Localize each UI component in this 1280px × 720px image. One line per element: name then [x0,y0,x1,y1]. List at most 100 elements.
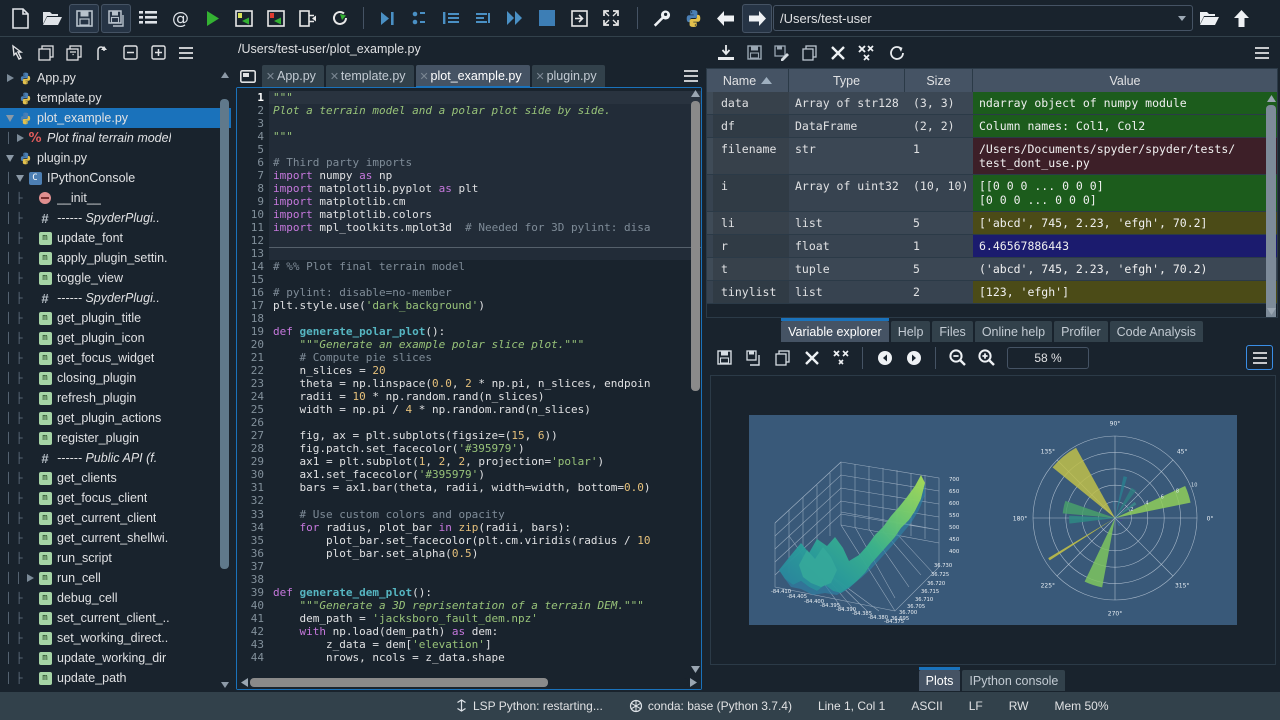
find-in-files-button[interactable] [133,4,163,33]
outline-item-toggle_view[interactable]: │ ├ m toggle_view [0,268,231,288]
scroll-down-icon[interactable] [220,680,229,690]
tree-caret-collapsed-icon[interactable] [4,74,16,82]
outline-item-update_working_dir[interactable]: │ ├ m update_working_dir [0,648,231,668]
outline-item-closing_plugin[interactable]: │ ├ m closing_plugin [0,368,231,388]
outline-item-get_plugin_actions[interactable]: │ ├ m get_plugin_actions [0,408,231,428]
tab-ipython-console[interactable]: IPython console [962,670,1066,691]
tab-online-help[interactable]: Online help [974,321,1053,342]
tree-caret-collapsed-icon[interactable] [14,134,26,142]
scroll-down-icon[interactable] [690,664,701,675]
code-line[interactable]: ax1.set_facecolor('#395979') [269,468,701,481]
back-button[interactable] [710,4,740,33]
previous-plot-button[interactable] [871,345,898,370]
debug-stop-button[interactable] [532,4,562,33]
editor-tab-plugin-py[interactable]: ✕ plugin.py [531,65,605,87]
code-line[interactable] [269,573,701,586]
tree-caret-expanded-icon[interactable] [4,154,16,162]
outline-item-templatepy[interactable]: template.py [0,88,231,108]
outline-item-spyderplugi[interactable]: │ ├ # ------ SpyderPlugi.. [0,208,231,228]
cursor-hand-icon[interactable] [5,41,31,65]
code-line[interactable]: def generate_polar_plot(): [269,325,701,338]
tab-files[interactable]: Files [932,321,973,342]
tab-help[interactable]: Help [890,321,931,342]
save-file-button[interactable] [69,3,99,33]
outline-item-debug_cell[interactable]: │ ├ m debug_cell [0,588,231,608]
code-line[interactable]: # pylint: disable=no-member [269,286,701,299]
column-header-size[interactable]: Size [905,69,973,92]
save-all-button[interactable] [101,3,131,33]
environment-status[interactable]: conda: base (Python 3.7.4) [629,699,792,713]
scroll-right-icon[interactable] [688,677,699,687]
outline-item-get_plugin_title[interactable]: │ ├ m get_plugin_title [0,308,231,328]
outline-item-apply_plugin_settin[interactable]: │ ├ m apply_plugin_settin. [0,248,231,268]
column-header-type[interactable]: Type [789,69,905,92]
outline-item-plotfinalterrainmodel[interactable]: │% Plot final terrain model [0,128,231,148]
column-header-value[interactable]: Value [973,69,1277,92]
collapse-selection-button[interactable] [117,41,143,65]
close-icon[interactable]: ✕ [418,70,431,83]
code-line[interactable]: nrows, ncols = z_data.shape [269,651,701,664]
run-cell-button[interactable] [229,4,259,33]
code-analysis-button[interactable]: @ [165,4,195,33]
collapse-all-button[interactable] [33,41,59,65]
variable-value[interactable]: 6.46567886443 [973,235,1277,257]
variable-name[interactable]: t [713,258,789,280]
variable-row[interactable]: li list 5 ['abcd', 745, 2.23, 'efgh', 70.2] [707,212,1277,235]
zoom-level-display[interactable]: 58 % [1007,346,1089,369]
copy-plot-button[interactable] [769,345,796,370]
outline-item-run_cell[interactable]: │ │ m run_cell [0,568,231,588]
outline-item-set_current_client_[interactable]: │ ├ m set_current_client_.. [0,608,231,628]
code-line[interactable]: bars = ax1.bar(theta, radii, width=width… [269,481,701,494]
code-line[interactable]: import mpl_toolkits.mplot3d # Needed for… [269,221,701,235]
forward-button[interactable] [742,3,772,33]
outline-item-get_clients[interactable]: │ ├ m get_clients [0,468,231,488]
variable-value[interactable]: ('abcd', 745, 2.23, 'efgh', 70.2) [973,258,1277,280]
code-line[interactable]: """ [269,130,701,144]
outline-options-menu-button[interactable] [173,41,199,65]
outline-scrollbar[interactable] [220,70,229,690]
variable-value[interactable]: [123, 'efgh'] [973,281,1277,303]
code-line[interactable]: radii = 10 * np.random.rand(n_slices) [269,390,701,403]
code-line[interactable] [269,416,701,429]
close-icon[interactable]: ✕ [328,70,341,83]
variable-table-body[interactable]: data Array of str128 (3, 3) ndarray object … [707,92,1277,317]
scroll-down-icon[interactable] [1266,306,1276,316]
open-file-button[interactable] [37,4,67,33]
expand-all-button[interactable] [61,41,87,65]
variable-name[interactable]: r [713,235,789,257]
browse-working-directory-button[interactable] [1194,4,1224,33]
outline-item-apppy[interactable]: App.py [0,68,231,88]
outline-item-register_plugin[interactable]: │ ├ m register_plugin [0,428,231,448]
save-data-button[interactable] [741,41,767,65]
code-line[interactable]: import matplotlib.pyplot as plt [269,182,701,196]
code-line[interactable] [269,117,701,131]
outline-item-get_current_shellwi[interactable]: │ ├ m get_current_shellwi. [0,528,231,548]
code-line[interactable]: import matplotlib.colors [269,208,701,222]
variable-value[interactable]: /Users/Documents/spyder/spyder/tests/ te… [973,138,1277,174]
tab-variable-explorer[interactable]: Variable explorer [781,318,889,342]
plots-options-menu-button[interactable] [1246,345,1273,370]
save-data-as-button[interactable] [769,41,795,65]
variable-name[interactable]: df [713,115,789,137]
code-line[interactable]: import matplotlib.cm [269,195,701,209]
new-file-button[interactable] [5,4,35,33]
outline-item-update_path[interactable]: │ ├ m update_path [0,668,231,688]
run-cell-advance-button[interactable] [261,4,291,33]
code-line[interactable] [269,247,701,261]
outline-item-plot_examplepy[interactable]: plot_example.py [0,108,231,128]
remove-item-button[interactable] [825,41,851,65]
editor-vertical-scrollbar[interactable] [690,88,701,675]
next-plot-button[interactable] [900,345,927,370]
scroll-up-icon[interactable] [690,88,701,99]
outline-item-refresh_plugin[interactable]: │ ├ m refresh_plugin [0,388,231,408]
maximize-pane-button[interactable] [596,4,626,33]
restore-arrow-icon[interactable] [89,41,115,65]
debug-step-over-button[interactable] [404,4,434,33]
variable-scrollbar-thumb[interactable] [1266,105,1276,317]
code-editor[interactable]: 1 2 3 4 5 6 7 8 9 10 11 12 13 14 15 16 17 18 19 20 21 22 23 24 2… [237,88,701,675]
variable-name[interactable]: filename [713,138,789,174]
code-line[interactable]: plot_bar.set_alpha(0.5) [269,547,701,560]
outline-item-pluginpy[interactable]: plugin.py [0,148,231,168]
code-line[interactable]: # Compute pie slices [269,351,701,364]
outline-item-run_script[interactable]: │ ├ m run_script [0,548,231,568]
